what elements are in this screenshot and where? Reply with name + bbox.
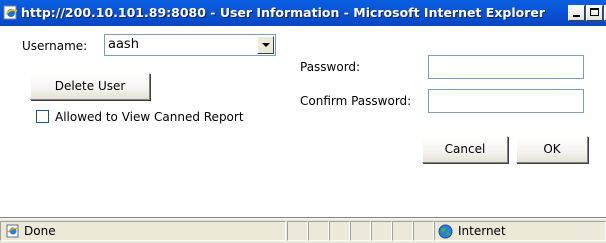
globe-icon xyxy=(438,224,453,239)
status-pane-1 xyxy=(287,221,308,241)
password-label: Password: xyxy=(300,60,361,74)
status-pane-7 xyxy=(413,221,434,241)
username-value: aash xyxy=(108,37,139,52)
ok-button[interactable]: OK xyxy=(516,136,588,163)
window-title: http://200.10.101.89:8080 - User Informa… xyxy=(21,5,546,20)
username-label: Username: xyxy=(22,39,88,53)
user-information-form: Username: aash Delete User Allowed to Vi… xyxy=(0,26,606,218)
title-bar[interactable]: http://200.10.101.89:8080 - User Informa… xyxy=(0,0,606,26)
checkbox-label: Allowed to View Canned Report xyxy=(55,110,244,124)
delete-user-button[interactable]: Delete User xyxy=(30,73,150,100)
allowed-canned-report-checkbox[interactable] xyxy=(36,110,49,123)
status-pane-4 xyxy=(350,221,371,241)
password-field[interactable] xyxy=(428,55,584,79)
status-pane-6 xyxy=(392,221,413,241)
chevron-down-icon[interactable] xyxy=(257,36,274,54)
maximize-icon xyxy=(590,8,599,16)
status-pane-2 xyxy=(308,221,329,241)
security-zone-pane: Internet xyxy=(434,221,606,241)
status-pane-5 xyxy=(371,221,392,241)
page-done-icon xyxy=(6,224,20,238)
cancel-button[interactable]: Cancel xyxy=(422,136,508,163)
status-pane: Done xyxy=(0,221,286,241)
confirm-password-label: Confirm Password: xyxy=(300,94,412,108)
status-pane-3 xyxy=(329,221,350,241)
minimize-button[interactable] xyxy=(568,5,585,21)
zone-text: Internet xyxy=(458,224,506,238)
username-select[interactable]: aash xyxy=(104,34,276,56)
ie-page-icon xyxy=(3,5,18,20)
status-bar: Done Internet xyxy=(0,218,606,243)
maximize-button[interactable] xyxy=(586,5,603,21)
confirm-password-field[interactable] xyxy=(428,89,584,113)
status-text: Done xyxy=(24,224,56,238)
minimize-icon xyxy=(573,15,580,17)
